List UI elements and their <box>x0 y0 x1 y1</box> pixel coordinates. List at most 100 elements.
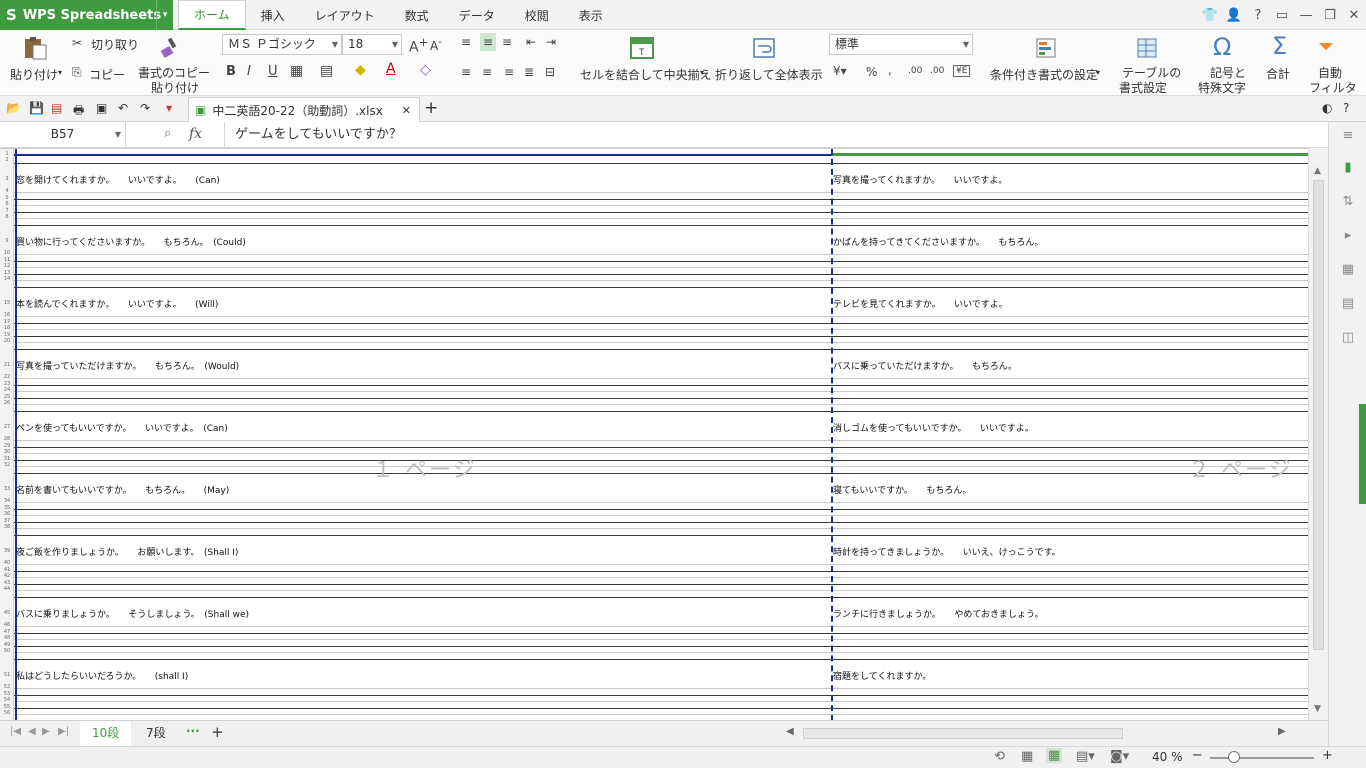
row-number[interactable]: 54 <box>0 697 14 703</box>
percent-button[interactable]: % <box>866 65 877 79</box>
currency-icon[interactable]: ¥▾ <box>833 64 847 78</box>
row-number[interactable]: 32 <box>0 462 14 468</box>
row-number[interactable]: 40 <box>0 560 14 566</box>
cell-left[interactable]: 買い物に行ってくださいますか。 もちろん。 (Could) <box>16 235 246 248</box>
tab-layout[interactable]: レイアウト <box>300 0 390 30</box>
row-number[interactable]: 8 <box>0 214 14 220</box>
row-number[interactable]: 56 <box>0 710 14 716</box>
normal-view-icon[interactable]: ▦ <box>1021 749 1033 764</box>
open-folder-icon[interactable]: 📂 <box>6 101 21 115</box>
last-sheet-icon[interactable]: ▶| <box>58 726 69 737</box>
cell-right[interactable]: 時計を持ってきましょうか。 いいえ、けっこうです。 <box>833 545 1061 558</box>
row-number[interactable]: 9 <box>0 238 14 244</box>
row-number[interactable]: 35 <box>0 505 14 511</box>
align-top-icon[interactable]: ≡ <box>461 35 471 49</box>
print-icon[interactable]: 🖶 <box>73 101 84 122</box>
scroll-left-icon[interactable]: ◀ <box>786 726 794 737</box>
vertical-scrollbar[interactable]: ▲ ▼ <box>1308 148 1328 720</box>
reading-mode-icon[interactable]: ◙▾ <box>1110 749 1129 764</box>
customize-icon[interactable]: ▾ <box>166 101 172 115</box>
decrease-font-icon[interactable]: A- <box>430 37 442 53</box>
row-number[interactable]: 10 <box>0 250 14 256</box>
formula-input[interactable]: ゲームをしてもいいですか？ <box>224 122 1328 147</box>
help-icon[interactable]: ? <box>1246 8 1270 23</box>
row-number[interactable]: 48 <box>0 635 14 641</box>
new-tab-icon[interactable]: + <box>424 98 438 118</box>
cell-right[interactable]: テレビを見てくれますか。 いいですよ。 <box>833 297 1008 310</box>
row-number[interactable]: 52 <box>0 684 14 690</box>
sidebar-expand-handle[interactable] <box>1359 404 1366 504</box>
document-tab[interactable]: ▣ 中二英語20-22（助動詞）.xlsx ✕ <box>188 97 420 122</box>
table-format-label-2[interactable]: 書式設定 <box>1119 79 1167 96</box>
scroll-up-icon[interactable]: ▲ <box>1314 166 1321 176</box>
font-color-icon[interactable]: A <box>386 61 396 77</box>
align-middle-icon[interactable]: ≡ <box>480 33 497 51</box>
name-box[interactable]: B57 ▼ <box>0 122 126 147</box>
sum-icon[interactable]: Σ <box>1272 32 1287 60</box>
number-format-select[interactable]: 標準 ▼ <box>829 34 973 55</box>
row-number[interactable]: 3 <box>0 176 14 182</box>
row-number[interactable]: 17 <box>0 319 14 325</box>
cell-right[interactable]: ランチに行きましょうか。 やめておきましょう。 <box>833 607 1044 620</box>
function-fx-icon[interactable]: fx <box>189 126 202 142</box>
scissors-icon[interactable]: ✂ <box>72 36 82 50</box>
tab-formulas[interactable]: 数式 <box>390 0 444 30</box>
row-number[interactable]: 14 <box>0 276 14 282</box>
cell-right[interactable]: 寝てもいいですか。 もちろん。 <box>833 483 971 496</box>
tab-home[interactable]: ホーム <box>178 0 246 30</box>
italic-button[interactable]: I <box>247 64 251 79</box>
row-number[interactable]: 27 <box>0 424 14 430</box>
cell-left[interactable]: ペンを使ってもいいですか。 いいですよ。 (Can) <box>16 421 228 434</box>
row-number[interactable]: 37 <box>0 518 14 524</box>
row-number[interactable]: 33 <box>0 486 14 492</box>
save-icon[interactable]: 💾 <box>29 101 44 115</box>
align-center-icon[interactable]: ≡ <box>482 65 492 79</box>
row-number[interactable]: 21 <box>0 362 14 368</box>
cell-left[interactable]: 私はどうしたらいいだろうか。 (shall I) <box>16 669 188 682</box>
sum-button[interactable]: 合計 <box>1266 65 1290 82</box>
comma-button[interactable]: , <box>888 63 892 77</box>
row-number[interactable]: 6 <box>0 201 14 207</box>
page-break-view-icon[interactable]: ▦ <box>1046 748 1063 763</box>
paste-icon[interactable] <box>22 36 48 60</box>
row-number[interactable]: 18 <box>0 325 14 331</box>
tab-review[interactable]: 校閲 <box>510 0 564 30</box>
skin-icon[interactable]: 👕 <box>1198 8 1222 23</box>
row-number[interactable]: 12 <box>0 263 14 269</box>
align-right-icon[interactable]: ≡ <box>504 65 514 79</box>
symbol-label-2[interactable]: 特殊文字 <box>1198 79 1246 96</box>
row-number[interactable]: 24 <box>0 387 14 393</box>
increase-font-icon[interactable]: A+ <box>409 35 428 56</box>
decrease-decimal-button[interactable]: .00 <box>930 66 944 76</box>
format-painter-icon[interactable] <box>158 36 184 60</box>
minimize-icon[interactable]: — <box>1294 8 1318 23</box>
maximize-icon[interactable]: ❐ <box>1318 8 1342 23</box>
indent-decrease-icon[interactable]: ⇤ <box>526 35 536 49</box>
account-icon[interactable]: 👤 <box>1222 8 1246 23</box>
document-icon[interactable]: ▤ <box>1339 296 1357 314</box>
row-number[interactable]: 42 <box>0 573 14 579</box>
row-number[interactable]: 43 <box>0 580 14 586</box>
row-number[interactable]: 4 <box>0 188 14 194</box>
zoom-search-icon[interactable]: ⌕ <box>164 126 171 141</box>
row-number[interactable]: 16 <box>0 312 14 318</box>
row-number[interactable]: 19 <box>0 332 14 338</box>
row-number[interactable]: 47 <box>0 629 14 635</box>
cell-right[interactable]: バスに乗っていただけますか。 もちろん。 <box>833 359 1017 372</box>
cell-left[interactable]: 窓を開けてくれますか。 いいですよ。 (Can) <box>16 173 220 186</box>
zoom-out-icon[interactable]: − <box>1192 748 1203 763</box>
export-pdf-icon[interactable]: ▤ <box>51 101 62 115</box>
align-bottom-icon[interactable]: ≡ <box>502 35 512 49</box>
row-number[interactable]: 13 <box>0 270 14 276</box>
row-number[interactable]: 2 <box>0 157 14 163</box>
row-number[interactable]: 34 <box>0 498 14 504</box>
number-convert-icon[interactable]: ¥E <box>953 65 971 77</box>
filter-label-2[interactable]: フィルタ <box>1309 79 1357 96</box>
paste-button[interactable]: 貼り付け <box>10 66 58 83</box>
cell-left[interactable]: 名前を書いてもいいですか。 もちろん。 (May) <box>16 483 229 496</box>
paste-dropdown-icon[interactable]: ▾ <box>58 68 62 77</box>
conditional-format-button[interactable]: 条件付き書式の設定 <box>990 66 1098 83</box>
sheet-grid[interactable]: 1 2 3 4 5 6 7 8 9 10 11 12 13 14 15 16 17 18 19 20 21 22 23 24 2… <box>0 148 1308 720</box>
row-number[interactable]: 22 <box>0 374 14 380</box>
row-number[interactable]: 51 <box>0 672 14 678</box>
